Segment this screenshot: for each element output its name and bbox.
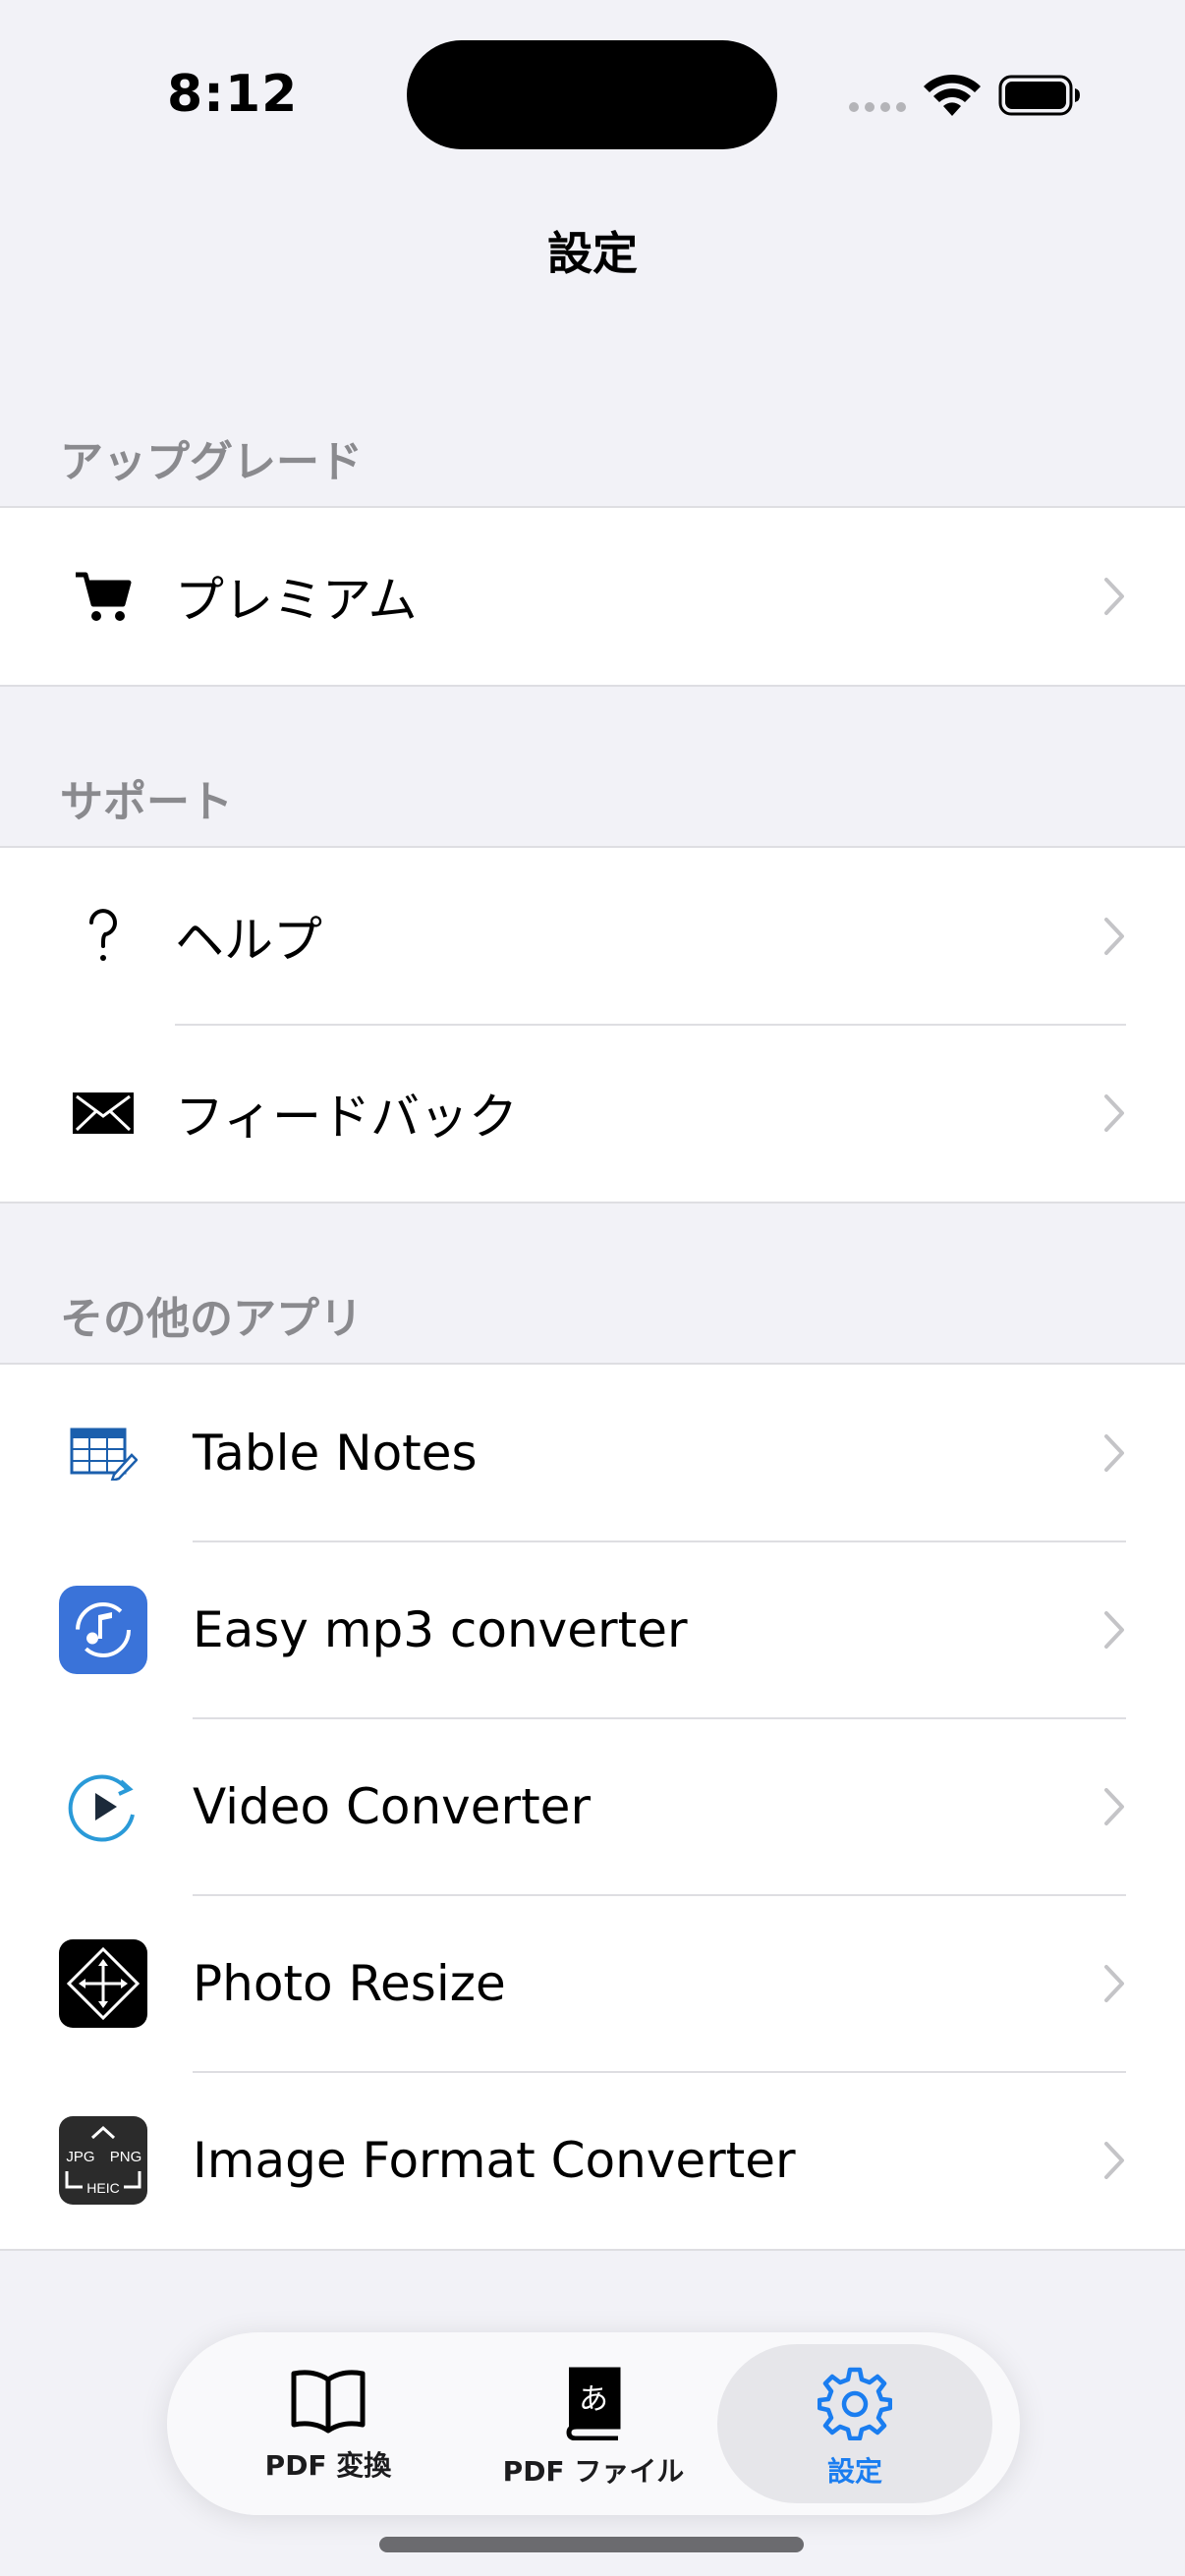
section-header-upgrade: アップグレード [60, 437, 363, 487]
cellular-signal-icon [849, 102, 906, 112]
tab-pdf-files[interactable]: あ PDF ファイル [456, 2344, 731, 2503]
chevron-right-icon [1104, 1965, 1124, 2002]
heic-text: HEIC [86, 2180, 119, 2196]
tab-bar: PDF 変換 あ PDF ファイル 設定 [167, 2332, 1020, 2515]
help-label: ヘルプ [175, 912, 322, 969]
row-video-converter[interactable]: Video Converter [0, 1718, 1185, 1896]
cart-icon [57, 550, 149, 643]
tab-label: 設定 [826, 2455, 882, 2488]
chevron-right-icon [1104, 2142, 1124, 2179]
group-other-apps: Table Notes Easy mp3 converter Video Con… [0, 1363, 1185, 2251]
question-icon [57, 890, 149, 982]
easy-mp3-converter-label: Easy mp3 converter [193, 1601, 688, 1658]
status-bar: 8:12 [0, 0, 1185, 196]
tab-pdf-convert[interactable]: PDF 変換 [191, 2344, 466, 2503]
png-text: PNG [110, 2149, 142, 2165]
chevron-right-icon [1104, 1094, 1124, 1132]
tab-label: PDF 変換 [264, 2449, 392, 2482]
chevron-right-icon [1104, 1434, 1124, 1472]
feedback-label: フィードバック [175, 1089, 518, 1146]
section-header-support: サポート [60, 777, 233, 827]
book-glyph: あ [579, 2382, 608, 2417]
row-premium[interactable]: プレミアム [0, 508, 1185, 685]
dynamic-island [407, 40, 777, 149]
table-notes-icon [57, 1407, 149, 1499]
page-title: 設定 [547, 227, 638, 280]
mp3-converter-icon [57, 1584, 149, 1676]
chevron-right-icon [1104, 1611, 1124, 1649]
group-upgrade: プレミアム [0, 506, 1185, 687]
envelope-icon [57, 1067, 149, 1159]
premium-label: プレミアム [175, 572, 418, 629]
video-converter-label: Video Converter [193, 1778, 592, 1835]
chevron-right-icon [1104, 1788, 1124, 1825]
battery-icon [998, 75, 1080, 116]
row-help[interactable]: ヘルプ [0, 848, 1185, 1026]
photo-resize-icon [57, 1937, 149, 2030]
table-notes-label: Table Notes [193, 1425, 478, 1482]
chevron-right-icon [1104, 578, 1124, 615]
japanese-book-icon: あ [566, 2367, 621, 2440]
tab-settings[interactable]: 設定 [717, 2344, 992, 2503]
image-format-converter-icon: JPG PNG HEIC [57, 2114, 149, 2207]
row-easy-mp3-converter[interactable]: Easy mp3 converter [0, 1541, 1185, 1719]
gear-icon [818, 2367, 892, 2440]
row-photo-resize[interactable]: Photo Resize [0, 1895, 1185, 2073]
video-converter-icon [57, 1761, 149, 1853]
group-support: ヘルプ フィードバック [0, 846, 1185, 1204]
book-icon [291, 2370, 366, 2434]
image-format-converter-label: Image Format Converter [193, 2132, 796, 2189]
wifi-icon [924, 74, 981, 116]
row-table-notes[interactable]: Table Notes [0, 1365, 1185, 1542]
tab-label: PDF ファイル [502, 2455, 685, 2488]
photo-resize-label: Photo Resize [193, 1955, 506, 2012]
row-image-format-converter[interactable]: JPG PNG HEIC Image Format Converter [0, 2072, 1185, 2249]
chevron-right-icon [1104, 918, 1124, 955]
row-feedback[interactable]: フィードバック [0, 1025, 1185, 1202]
section-header-other-apps: その他のアプリ [60, 1294, 363, 1344]
jpg-text: JPG [66, 2149, 94, 2165]
status-time: 8:12 [167, 65, 299, 124]
home-indicator[interactable] [379, 2537, 804, 2552]
